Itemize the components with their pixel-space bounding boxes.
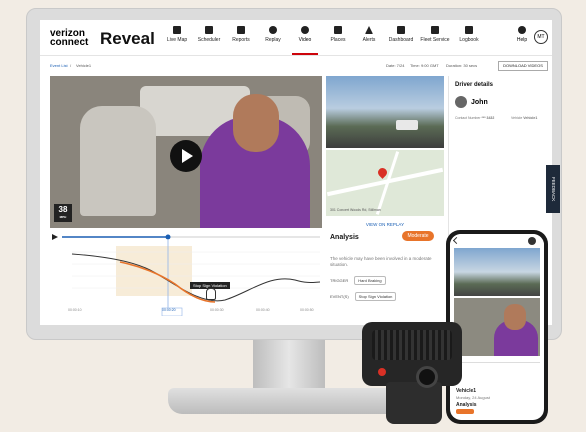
help-button[interactable]: Help bbox=[514, 26, 530, 43]
user-avatar[interactable]: MT bbox=[534, 30, 548, 44]
hand-cursor-icon bbox=[206, 288, 216, 300]
alert-icon bbox=[365, 26, 373, 34]
report-icon bbox=[237, 26, 245, 34]
cabin-video-player[interactable]: 38 MPH bbox=[50, 76, 322, 228]
driver-head bbox=[504, 304, 526, 330]
help-icon bbox=[518, 26, 526, 34]
driver-name: John bbox=[471, 99, 488, 106]
rear-seat bbox=[80, 106, 156, 216]
record-button bbox=[378, 368, 386, 376]
download-videos-button[interactable]: DOWNLOAD VIDEOS bbox=[498, 61, 548, 71]
time-tick: 00:00:30 bbox=[210, 308, 224, 312]
vehicle-ahead bbox=[396, 120, 418, 130]
video-icon bbox=[301, 26, 309, 34]
top-nav: verizon connect Reveal Live Map Schedule… bbox=[40, 20, 552, 56]
trigger-label: TRIGGER bbox=[330, 278, 349, 283]
event-timeline[interactable]: Stop Sign Violation 00:00:10 00:00:20 00… bbox=[50, 230, 322, 320]
breadcrumb-separator: / bbox=[70, 63, 72, 68]
event-time: Time: 9:00 GMT bbox=[410, 63, 439, 68]
speed-readout: 38 MPH bbox=[54, 204, 72, 222]
nav-scheduler[interactable]: Scheduler bbox=[194, 26, 224, 43]
replay-icon bbox=[269, 26, 277, 34]
analysis-title: Analysis bbox=[330, 234, 359, 241]
trigger-row: TRIGGER Hard Braking bbox=[330, 276, 386, 285]
monitor-stand-base bbox=[168, 388, 408, 414]
phone-date: Monday, 24 August bbox=[456, 395, 490, 400]
nav-video[interactable]: Video bbox=[290, 26, 320, 55]
driver-head bbox=[233, 94, 279, 152]
analysis-description: The vehicle may have been involved in a … bbox=[330, 256, 432, 267]
severity-badge: Moderate bbox=[402, 231, 434, 241]
phone-severity-chip bbox=[456, 409, 474, 414]
product-name: Reveal bbox=[100, 29, 155, 48]
speed-line bbox=[71, 253, 321, 302]
map-icon bbox=[173, 26, 181, 34]
speed-graph bbox=[52, 234, 321, 320]
wrench-icon bbox=[431, 26, 439, 34]
nav-dashboard[interactable]: Dashboard bbox=[386, 26, 416, 43]
nav-places[interactable]: Places bbox=[323, 26, 353, 43]
monitor-stand-neck bbox=[253, 340, 325, 390]
dashcam-device bbox=[362, 322, 462, 386]
driver-panel-title: Driver details bbox=[455, 82, 494, 88]
sub-header: Event List / Vehicle1 Date: 7/24 Time: 9… bbox=[40, 56, 552, 76]
nav-logbook[interactable]: Logbook bbox=[454, 26, 484, 43]
trigger-chip: Hard Braking bbox=[354, 276, 386, 285]
time-tick: 00:00:20 bbox=[162, 308, 176, 312]
dashcam-grille bbox=[372, 330, 452, 360]
driver-vehicle: Vehicle Vehicle1 bbox=[511, 116, 538, 120]
nav-fleet-service[interactable]: Fleet Service bbox=[420, 26, 450, 43]
phone-screen: Vehicle1 Monday, 24 August Analysis bbox=[450, 234, 544, 420]
back-icon[interactable] bbox=[452, 236, 461, 245]
events-label: EVENT(S) bbox=[330, 294, 349, 299]
phone-vehicle-title: Vehicle1 bbox=[456, 388, 477, 394]
calendar-icon bbox=[205, 26, 213, 34]
dashboard-icon bbox=[397, 26, 405, 34]
events-row: EVENT(S) Stop Sign Violation bbox=[330, 292, 397, 301]
breadcrumb-current: Vehicle1 bbox=[76, 63, 92, 68]
time-tick: 00:00:40 bbox=[256, 308, 270, 312]
scrub-handle[interactable] bbox=[165, 234, 171, 240]
event-chip: Stop Sign Violation bbox=[354, 292, 397, 301]
nav-replay[interactable]: Replay bbox=[258, 26, 288, 43]
phone-scrub-track[interactable] bbox=[454, 362, 540, 363]
dashcam-base bbox=[386, 382, 442, 424]
phone-road-video[interactable] bbox=[454, 248, 540, 296]
camera-lens-icon bbox=[416, 366, 438, 388]
logbook-icon bbox=[465, 26, 473, 34]
play-button[interactable] bbox=[170, 140, 202, 172]
brand-logo[interactable]: verizon connect bbox=[50, 29, 89, 48]
event-duration: Duration: 30 secs bbox=[446, 63, 478, 68]
phone-menu-icon[interactable] bbox=[528, 237, 536, 245]
time-tick: 00:00:50 bbox=[300, 308, 314, 312]
driver-avatar bbox=[455, 96, 467, 108]
map-caption: 301 Concert Woods Rd, Stillman bbox=[330, 208, 381, 212]
nav-reports[interactable]: Reports bbox=[226, 26, 256, 43]
phone-header bbox=[450, 234, 544, 248]
driver-contact: Contact Number *** 3432 bbox=[455, 116, 495, 120]
phone-cabin-video[interactable] bbox=[454, 298, 540, 356]
location-map[interactable]: 301 Concert Woods Rd, Stillman bbox=[326, 150, 444, 216]
breadcrumb-root[interactable]: Event List bbox=[50, 63, 68, 68]
nav-alerts[interactable]: Alerts bbox=[354, 26, 384, 43]
time-tick: 00:00:10 bbox=[68, 308, 82, 312]
event-date: Date: 7/24 bbox=[386, 63, 405, 68]
nav-live-map[interactable]: Live Map bbox=[162, 26, 192, 43]
feedback-tab[interactable]: FEEDBACK bbox=[546, 165, 560, 213]
places-icon bbox=[334, 26, 342, 34]
timeline-play-icon[interactable] bbox=[52, 234, 58, 240]
phone-analysis-title: Analysis bbox=[456, 402, 477, 408]
road-camera-video[interactable] bbox=[326, 76, 444, 148]
brand-bottom: connect bbox=[50, 37, 89, 48]
view-on-replay-link[interactable]: VIEW ON REPLAY bbox=[326, 222, 444, 227]
